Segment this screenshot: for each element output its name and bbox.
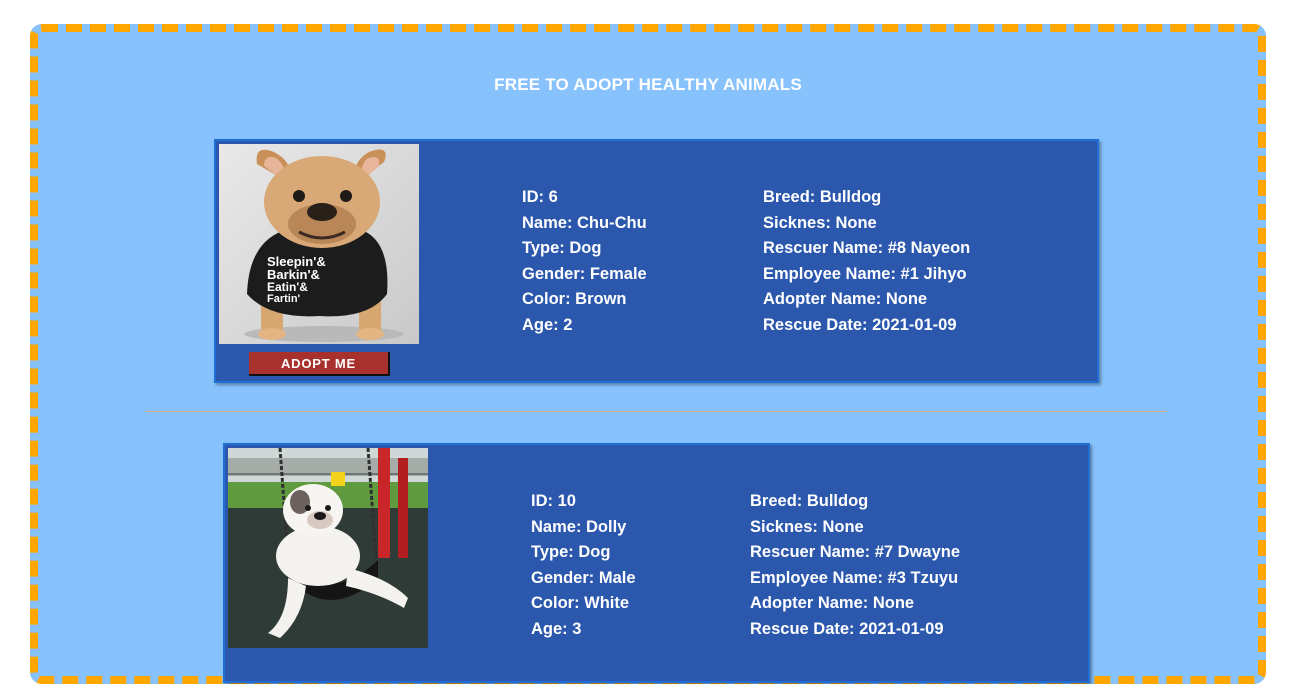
animal-type: Type: Dog — [531, 543, 611, 562]
animal-adopter: Adopter Name: None — [750, 594, 915, 613]
animal-age: Age: 2 — [522, 315, 573, 334]
animal-details-left: ID: 10 Name: Dolly Type: Dog Gender: Mal… — [531, 489, 636, 643]
animal-id: ID: 10 — [531, 492, 576, 510]
animal-details-right: Breed: Bulldog Sicknes: None Rescuer Nam… — [750, 489, 960, 643]
animal-sickness: Sicknes: None — [750, 517, 864, 536]
animal-color: Color: Brown — [522, 290, 627, 309]
animal-employee: Employee Name: #3 Tzuyu — [750, 568, 959, 587]
animal-rescuer: Rescuer Name: #7 Dwayne — [750, 543, 961, 562]
animal-details-right: Breed: Bulldog Sicknes: None Rescuer Nam… — [763, 185, 970, 339]
animal-adopter: Adopter Name: None — [763, 290, 928, 309]
adopt-me-button[interactable]: ADOPT ME — [249, 352, 390, 376]
animal-breed: Breed: Bulldog — [750, 492, 869, 510]
svg-text:Eatin'&: Eatin'& — [267, 280, 308, 294]
animal-name: Name: Dolly — [531, 517, 627, 536]
animal-name: Name: Chu-Chu — [522, 213, 647, 232]
animal-details-left: ID: 6 Name: Chu-Chu Type: Dog Gender: Fe… — [522, 185, 647, 339]
bulldog-on-swing-photo — [228, 448, 428, 648]
animal-rescuer: Rescuer Name: #8 Nayeon — [763, 239, 971, 258]
animal-card: Sleepin'& Barkin'& Eatin'& Fartin' ADOPT… — [214, 139, 1099, 383]
animal-color: Color: White — [531, 594, 630, 613]
animal-rescue-date: Rescue Date: 2021-01-09 — [763, 315, 957, 334]
animal-employee: Employee Name: #1 Jihyo — [763, 264, 967, 283]
page-title: FREE TO ADOPT HEALTHY ANIMALS — [494, 75, 802, 94]
animal-age: Age: 3 — [531, 619, 582, 638]
animal-gender: Gender: Male — [531, 568, 636, 587]
animal-sickness: Sicknes: None — [763, 213, 877, 232]
svg-text:Fartin': Fartin' — [267, 293, 301, 305]
animal-rescue-date: Rescue Date: 2021-01-09 — [750, 619, 944, 638]
animal-gender: Gender: Female — [522, 264, 647, 283]
section-divider — [146, 411, 1166, 412]
animal-type: Type: Dog — [522, 239, 602, 258]
animal-id: ID: 6 — [522, 188, 558, 206]
french-bulldog-photo: Sleepin'& Barkin'& Eatin'& Fartin' — [219, 144, 419, 344]
animal-card: ID: 10 Name: Dolly Type: Dog Gender: Mal… — [223, 443, 1090, 683]
adoption-panel: FREE TO ADOPT HEALTHY ANIMALS Sleepin'& … — [30, 24, 1266, 684]
animal-breed: Breed: Bulldog — [763, 188, 882, 206]
